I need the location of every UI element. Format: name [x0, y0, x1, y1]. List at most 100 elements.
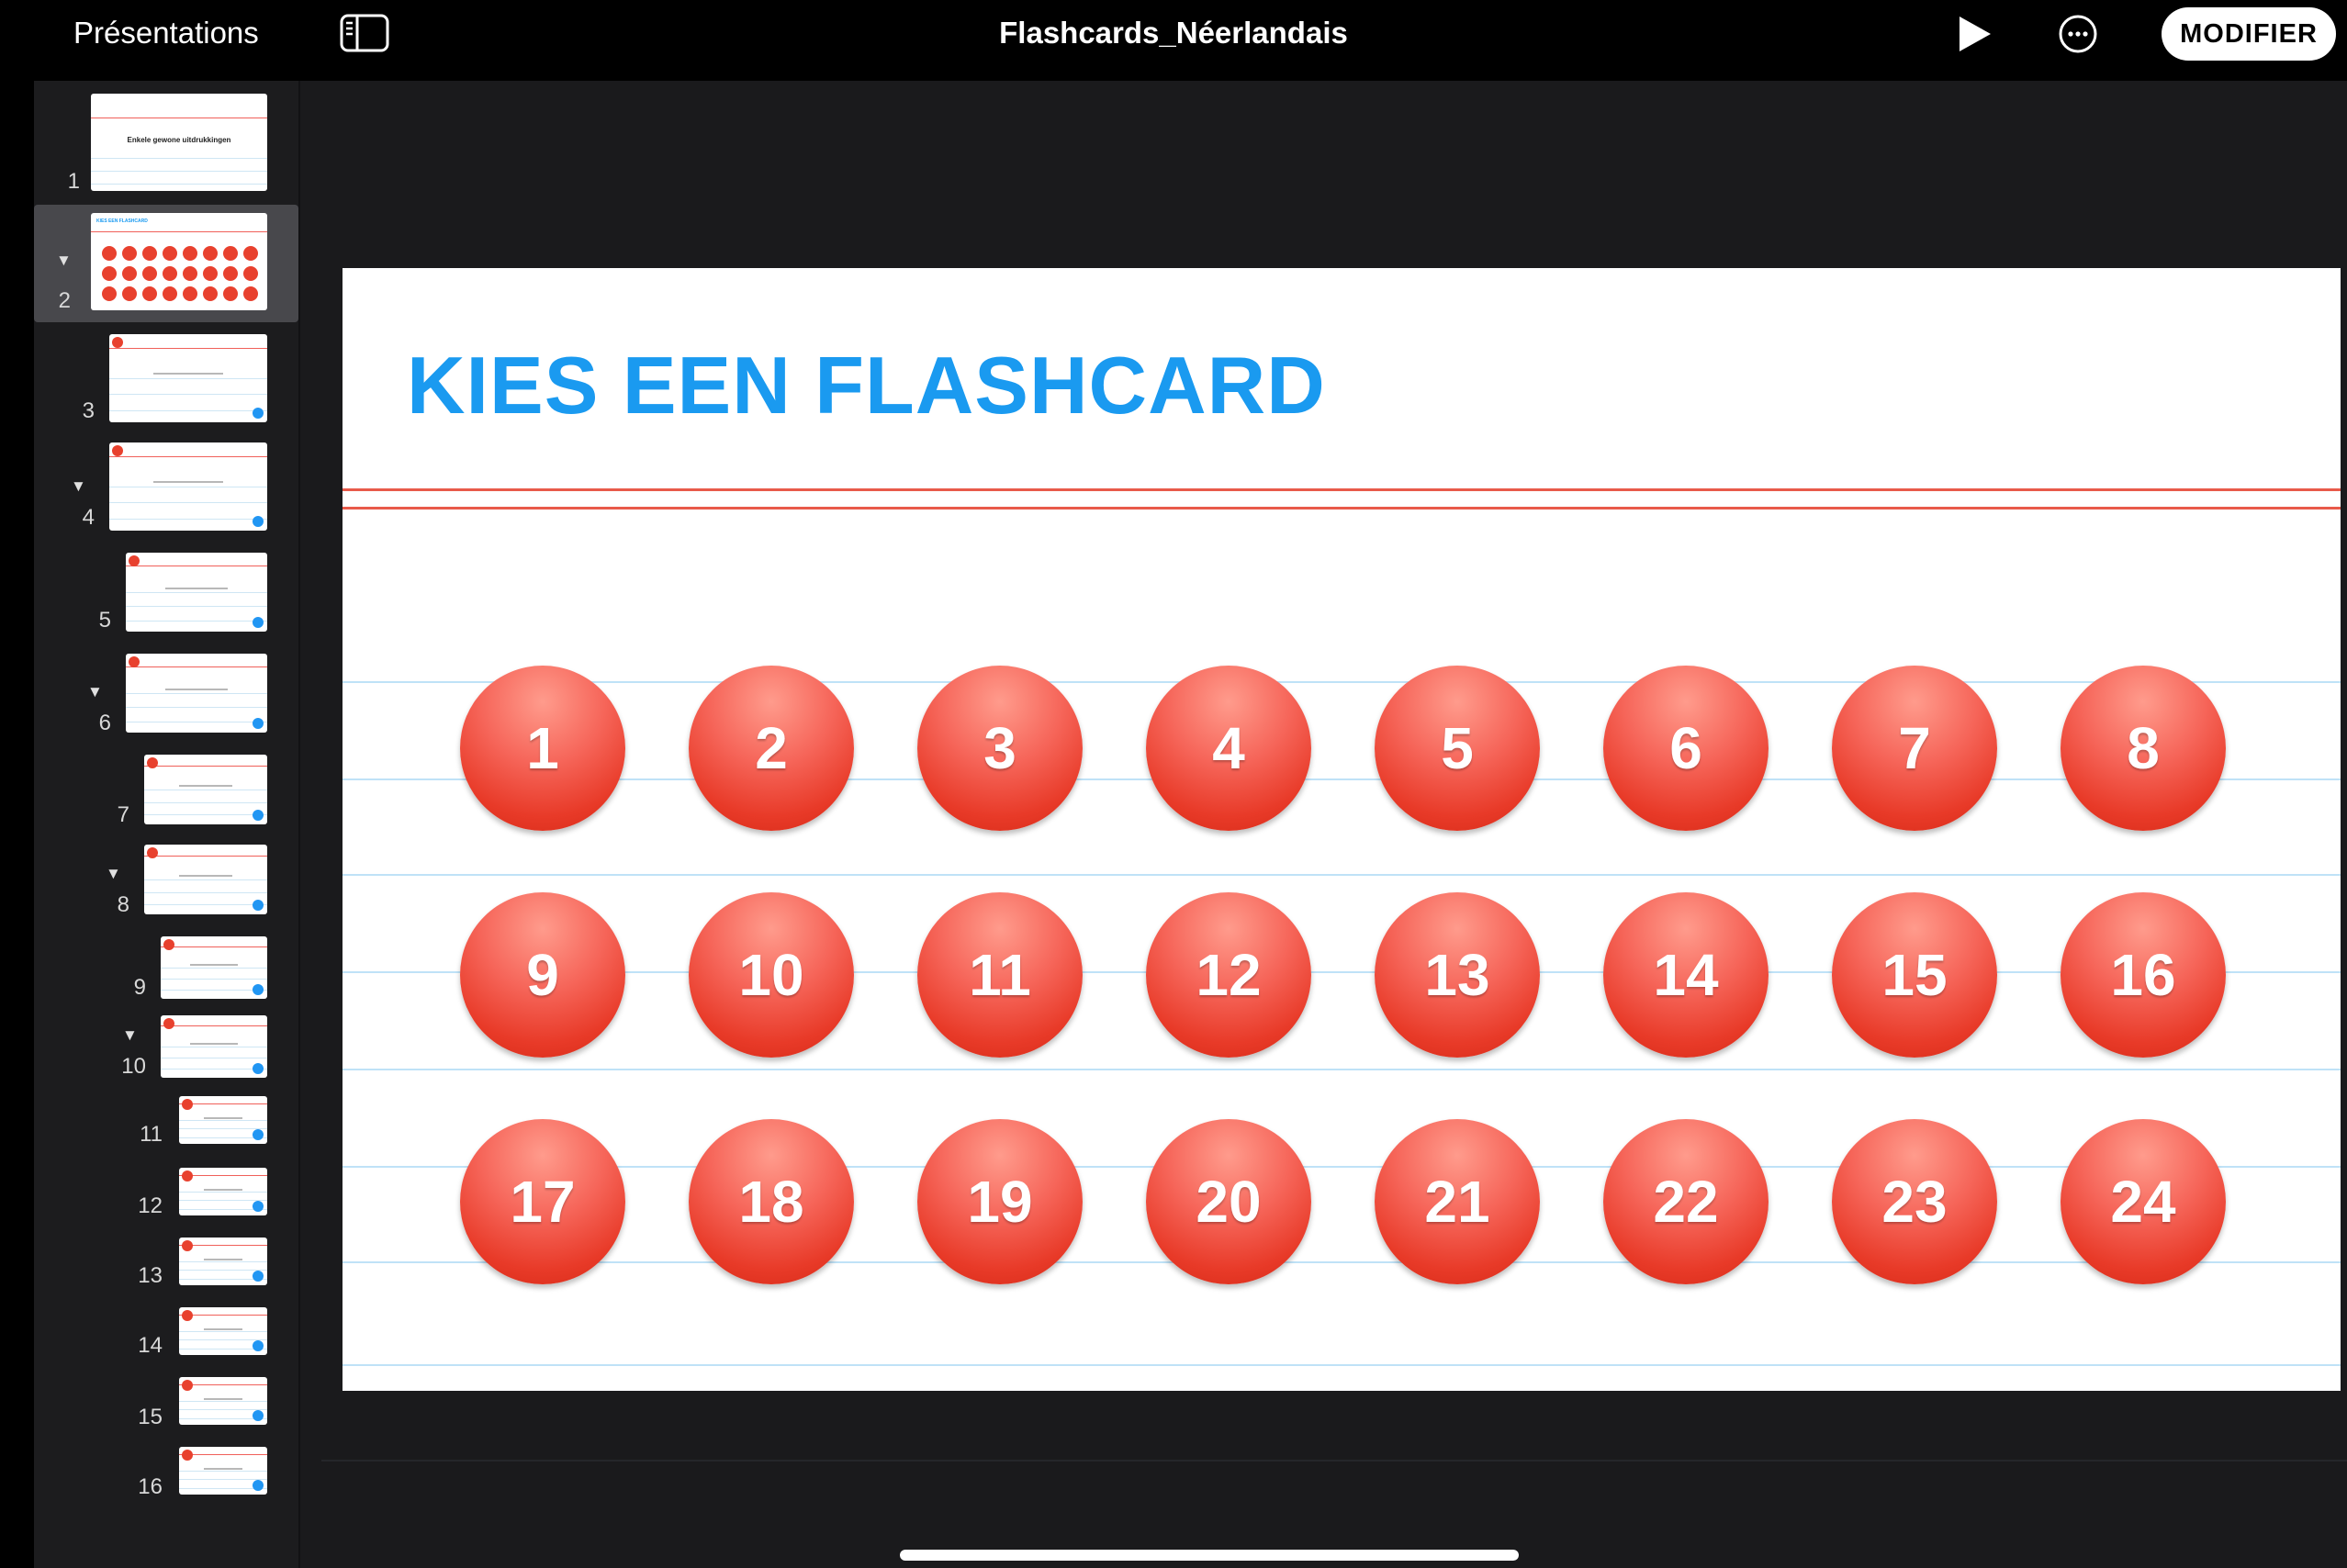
slide-number: 2 [58, 288, 71, 313]
thumb-rule [179, 1192, 267, 1193]
thumb-rule [179, 1331, 267, 1332]
thumb-back-button [182, 1240, 193, 1251]
flashcard-button-23[interactable]: 23 [1832, 1119, 1997, 1284]
flashcard-button-24[interactable]: 24 [2061, 1119, 2226, 1284]
thumb-text-placeholder [190, 1043, 238, 1045]
margin-rule-red [343, 488, 2341, 491]
thumb-bubble [102, 266, 117, 281]
flashcard-button-10[interactable]: 10 [689, 892, 854, 1058]
slide-preview [161, 936, 267, 999]
flashcard-button-14[interactable]: 14 [1603, 892, 1769, 1058]
slide-preview [179, 1168, 267, 1215]
chevron-down-icon[interactable]: ▼ [122, 1026, 138, 1045]
thumb-back-button [182, 1099, 193, 1110]
play-icon[interactable] [1956, 15, 1993, 53]
thumb-back-button [112, 337, 123, 348]
thumb-bubble [223, 266, 238, 281]
chevron-down-icon[interactable]: ▼ [106, 865, 121, 883]
thumb-rule [109, 348, 267, 349]
thumb-rule [109, 394, 267, 395]
thumb-rule [179, 1479, 267, 1480]
chevron-down-icon[interactable]: ▼ [71, 477, 86, 496]
thumb-bubble [203, 246, 218, 261]
slide-preview [126, 553, 267, 632]
thumb-text-placeholder [203, 1398, 243, 1400]
flashcard-button-17[interactable]: 17 [460, 1119, 625, 1284]
thumb-rule [161, 968, 267, 969]
document-title[interactable]: Flashcards_Néerlandais [999, 16, 1348, 50]
slide-preview [179, 1377, 267, 1425]
flashcard-button-2[interactable]: 2 [689, 666, 854, 831]
thumb-next-button [253, 1129, 264, 1140]
flashcard-button-19[interactable]: 19 [917, 1119, 1083, 1284]
flashcard-button-3[interactable]: 3 [917, 666, 1083, 831]
thumb-back-button [129, 656, 140, 667]
thumb-next-button [253, 516, 264, 527]
flashcard-button-16[interactable]: 16 [2061, 892, 2226, 1058]
thumb-next-button [253, 1063, 264, 1074]
slide-number: 9 [133, 975, 146, 1000]
flashcard-button-7[interactable]: 7 [1832, 666, 1997, 831]
thumb-title: KIES EEN FLASHCARD [96, 218, 148, 224]
thumb-rule [126, 666, 267, 667]
thumb-rule [179, 1471, 267, 1472]
flashcard-button-11[interactable]: 11 [917, 892, 1083, 1058]
ruled-line [343, 1069, 2341, 1070]
thumb-bubble [122, 286, 137, 301]
flashcard-button-13[interactable]: 13 [1375, 892, 1540, 1058]
thumb-rule [161, 990, 267, 991]
flashcard-button-20[interactable]: 20 [1146, 1119, 1311, 1284]
thumb-rule [179, 1261, 267, 1262]
slide-preview [109, 442, 267, 531]
thumb-next-button [253, 810, 264, 821]
home-indicator[interactable] [900, 1550, 1519, 1561]
thumb-next-button [253, 718, 264, 729]
flashcard-button-9[interactable]: 9 [460, 892, 625, 1058]
thumb-text-placeholder [153, 481, 223, 483]
thumb-text-placeholder [153, 373, 223, 375]
thumb-text-placeholder [178, 785, 233, 787]
flashcard-button-18[interactable]: 18 [689, 1119, 854, 1284]
thumb-bubble [122, 246, 137, 261]
thumb-bubble [243, 266, 258, 281]
thumb-bubble [243, 246, 258, 261]
thumb-rule [109, 378, 267, 379]
sidebar-toggle-icon[interactable] [339, 13, 390, 53]
flashcard-button-1[interactable]: 1 [460, 666, 625, 831]
thumb-text-placeholder [203, 1259, 243, 1260]
slide-number: 8 [117, 892, 129, 917]
flashcard-button-8[interactable]: 8 [2061, 666, 2226, 831]
flashcard-button-5[interactable]: 5 [1375, 666, 1540, 831]
slide-preview [179, 1096, 267, 1144]
thumb-next-button [253, 1340, 264, 1351]
flashcard-button-6[interactable]: 6 [1603, 666, 1769, 831]
slide-preview [144, 755, 267, 824]
slide-number: 16 [138, 1474, 163, 1499]
flashcard-button-12[interactable]: 12 [1146, 892, 1311, 1058]
thumb-back-button [182, 1310, 193, 1321]
slide-number: 7 [117, 802, 129, 827]
thumb-bubble [223, 246, 238, 261]
ruled-line [343, 1166, 2341, 1168]
flashcard-button-22[interactable]: 22 [1603, 1119, 1769, 1284]
flashcard-button-15[interactable]: 15 [1832, 892, 1997, 1058]
flashcard-button-4[interactable]: 4 [1146, 666, 1311, 831]
chevron-down-icon[interactable]: ▼ [56, 252, 72, 270]
more-icon[interactable] [2057, 13, 2099, 55]
thumb-rule [161, 979, 267, 980]
thumb-bubble [163, 286, 177, 301]
flashcard-button-21[interactable]: 21 [1375, 1119, 1540, 1284]
thumb-bubble [183, 266, 197, 281]
thumb-rule [126, 592, 267, 593]
thumb-bubble [163, 246, 177, 261]
slide-number: 15 [138, 1405, 163, 1429]
slide-preview [144, 845, 267, 914]
thumb-rule [91, 184, 267, 185]
chevron-down-icon[interactable]: ▼ [87, 683, 103, 701]
thumb-rule [91, 231, 267, 232]
modify-button[interactable]: MODIFIER [2162, 7, 2336, 61]
slide-number: 1 [67, 169, 80, 194]
presentations-back-link[interactable]: Présentations [73, 15, 259, 51]
thumb-rule [179, 1409, 267, 1410]
current-slide[interactable]: KIES EEN FLASHCARD 1 2 3 4 5 6 7 8 9 10 11 12 13 14 15… [343, 268, 2341, 1391]
